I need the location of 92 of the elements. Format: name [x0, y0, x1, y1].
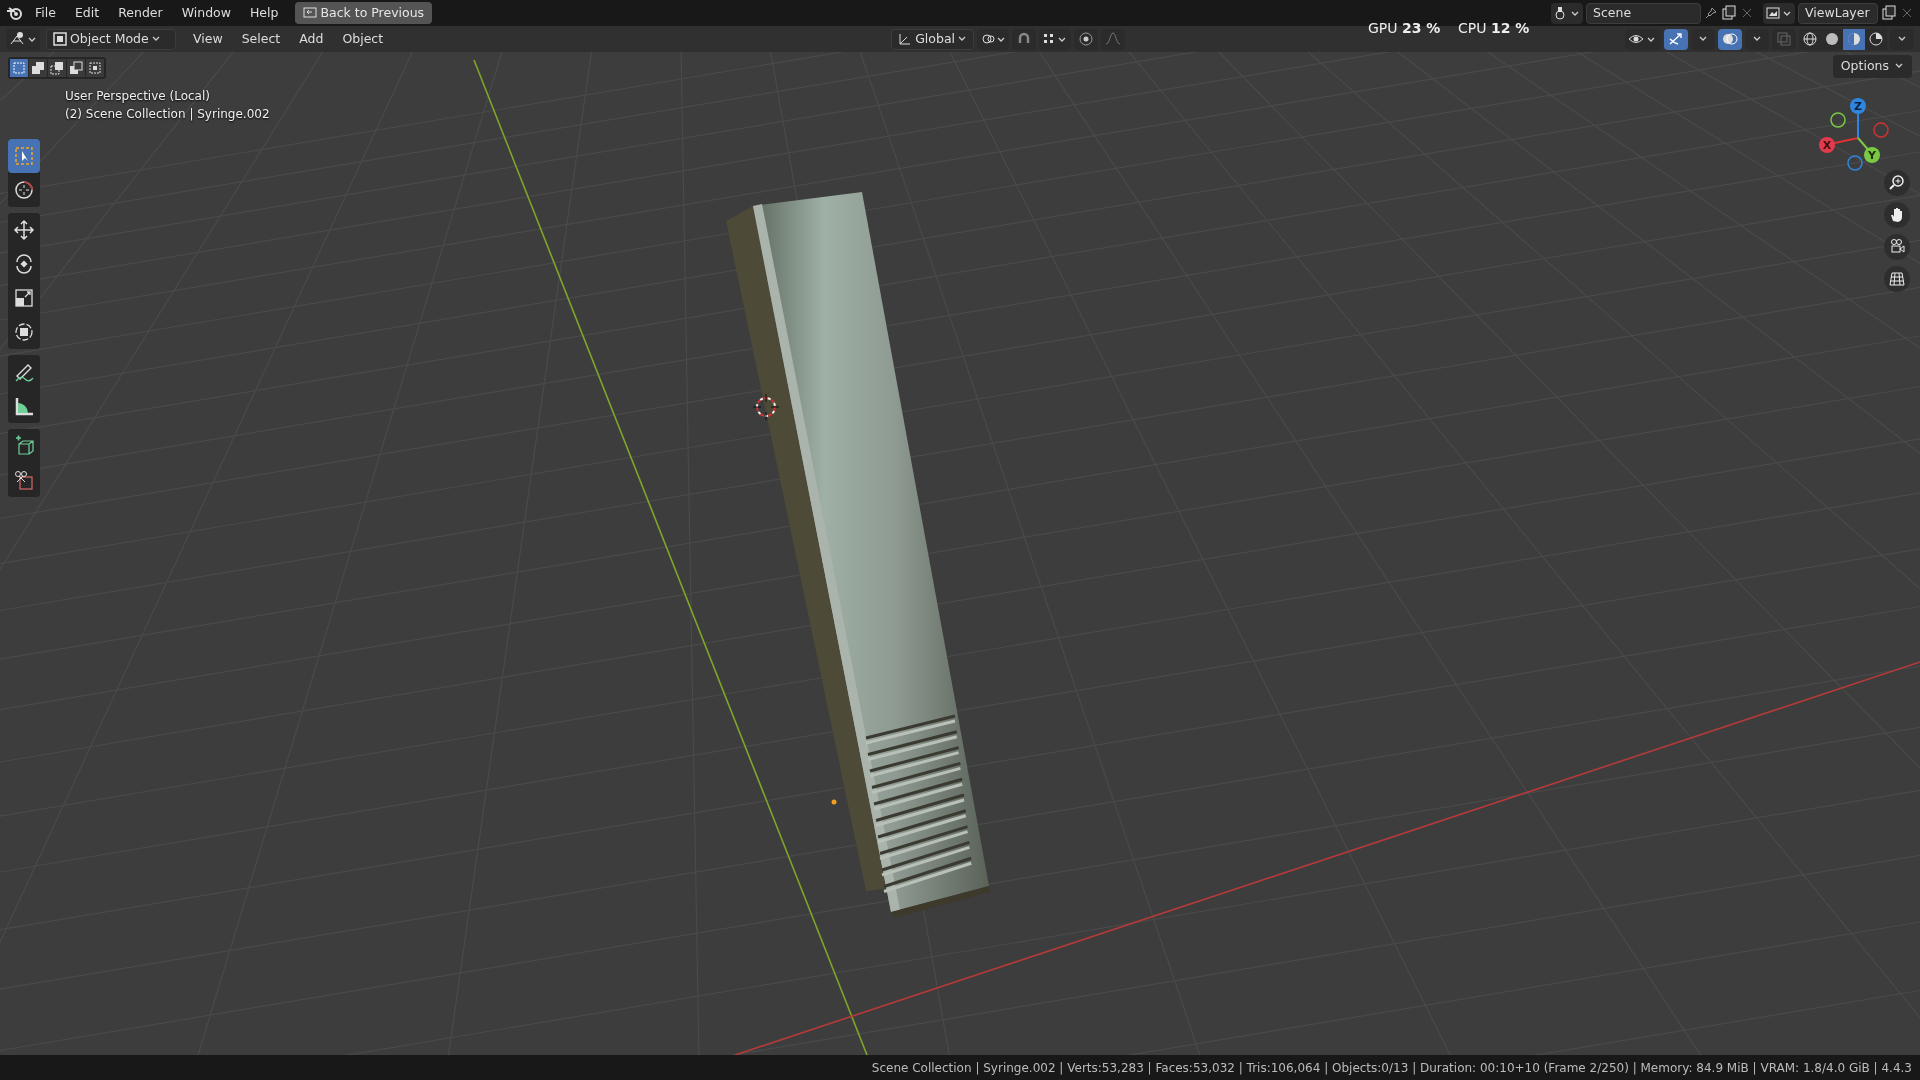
extend-select-mode-button[interactable] — [29, 59, 47, 77]
falloff-icon — [1105, 31, 1121, 47]
field-value: Scene — [1593, 3, 1633, 22]
stat-readout: CPU 12 % — [1458, 19, 1530, 38]
editor-type-button[interactable] — [6, 28, 40, 50]
menu-item[interactable]: Edit — [66, 1, 108, 25]
hand-view-button[interactable] — [1884, 202, 1910, 228]
3d-cursor-icon — [752, 393, 780, 421]
overlays-icon — [1722, 31, 1738, 47]
pivot-icon — [980, 31, 1006, 47]
axes-icon — [898, 32, 913, 46]
scene-icon — [1554, 5, 1580, 21]
zoom-icon — [1888, 174, 1906, 192]
overlays-menu-icon — [1752, 36, 1762, 42]
status-bar-text: Scene Collection | Syringe.002 | Verts:53,283 | Faces:53,032 | Tris:106,064 | Objects:0/13 | Duration: 00:10+10 (Frame 2/250) | Memory: 84.9 MiB | VRAM: 1.8/4.0 GiB | 4.4.3 — [871, 1059, 1912, 1077]
rotate-icon — [13, 253, 35, 275]
close-icon[interactable] — [1900, 6, 1914, 20]
scissors-icon — [13, 469, 35, 491]
proportional-button[interactable] — [1074, 28, 1098, 50]
view-layer-button[interactable] — [1763, 2, 1795, 24]
magnet-button[interactable] — [1012, 28, 1036, 50]
zoom-view-button[interactable] — [1884, 170, 1910, 196]
ruler-icon — [13, 395, 35, 417]
set-mode-icon — [12, 61, 26, 75]
menu-item[interactable]: File — [27, 1, 64, 25]
duplicate-icon[interactable] — [1721, 5, 1737, 21]
caret-icon — [958, 36, 967, 42]
scene-button[interactable] — [1551, 2, 1583, 24]
invert-select-mode-button[interactable] — [67, 59, 85, 77]
app-logo-icon[interactable] — [6, 5, 24, 21]
caret-icon — [1895, 63, 1904, 70]
rendered-shading-button[interactable] — [1865, 28, 1887, 50]
wireframe-shading-icon — [1802, 31, 1818, 47]
gizmo-button[interactable] — [1664, 28, 1688, 50]
menu-item[interactable]: Help — [241, 1, 287, 25]
menu-item[interactable]: Window — [173, 1, 239, 25]
invert-mode-icon — [69, 61, 83, 75]
options-dropdown[interactable]: Options — [1832, 55, 1912, 78]
proportional-icon — [1078, 31, 1094, 47]
intersect-mode-icon — [88, 61, 102, 75]
viewport-info-text: User Perspective (Local) — [65, 88, 211, 105]
transform-icon — [13, 321, 35, 343]
origin-dot — [831, 799, 837, 805]
solid-shading-icon — [1824, 31, 1840, 47]
gizmo-icon — [1668, 31, 1684, 47]
intersect-select-mode-button[interactable] — [86, 59, 104, 77]
stat-readout: GPU 23 % — [1368, 19, 1441, 38]
wireframe-shading-button[interactable] — [1799, 28, 1821, 50]
scene-field[interactable]: Scene — [1586, 2, 1701, 24]
scale-icon — [13, 287, 35, 309]
grid-view-button[interactable] — [1884, 266, 1910, 292]
viewport-info-text: (2) Scene Collection | Syringe.002 — [65, 106, 270, 123]
cursor-icon — [13, 179, 35, 201]
object-mode-icon — [53, 32, 67, 46]
rendered-shading-icon — [1868, 31, 1884, 47]
field-value: ViewLayer — [1805, 3, 1871, 22]
gizmo-menu-icon — [1698, 36, 1708, 42]
material-shading-icon — [1846, 31, 1862, 47]
back-icon — [303, 7, 318, 19]
camera-icon — [1888, 238, 1906, 256]
visibility-button[interactable] — [1625, 28, 1661, 50]
menu-item[interactable]: View — [185, 27, 231, 51]
menu-item[interactable]: Select — [233, 27, 289, 51]
xray-icon — [1776, 31, 1792, 47]
select-box-icon — [13, 145, 35, 167]
extend-mode-icon — [31, 61, 45, 75]
back-button[interactable]: Back to Previous — [295, 1, 433, 25]
orientation-dropdown[interactable]: Global — [891, 28, 974, 50]
grid-icon — [1888, 270, 1906, 288]
pin-icon[interactable] — [1704, 6, 1718, 20]
solid-shading-button[interactable] — [1821, 28, 1843, 50]
view-layer-field[interactable]: ViewLayer — [1798, 2, 1878, 24]
editor-type-icon — [9, 31, 37, 47]
pivot-button[interactable] — [977, 28, 1009, 50]
menu-item[interactable]: Add — [291, 27, 332, 51]
duplicate-icon[interactable] — [1881, 5, 1897, 21]
subtract-select-mode-button[interactable] — [48, 59, 66, 77]
camera-view-button[interactable] — [1884, 234, 1910, 260]
axis-gizmo-drawing[interactable]: Z X Y — [1819, 98, 1889, 171]
add-cube-icon — [13, 435, 35, 457]
menu-item[interactable]: Render — [110, 1, 171, 25]
material-shading-button[interactable] — [1843, 28, 1865, 50]
menu-item[interactable]: Object — [334, 27, 392, 51]
close-icon[interactable] — [1740, 6, 1754, 20]
caret-icon — [151, 36, 161, 42]
mode-dropdown[interactable]: Object Mode — [46, 28, 176, 50]
view-layer-icon — [1766, 5, 1792, 21]
shading-menu-icon — [1897, 36, 1907, 42]
move-icon — [13, 219, 35, 241]
overlays-button[interactable] — [1718, 28, 1742, 50]
subtract-mode-icon — [50, 61, 64, 75]
snap-grid-button[interactable] — [1039, 28, 1071, 50]
